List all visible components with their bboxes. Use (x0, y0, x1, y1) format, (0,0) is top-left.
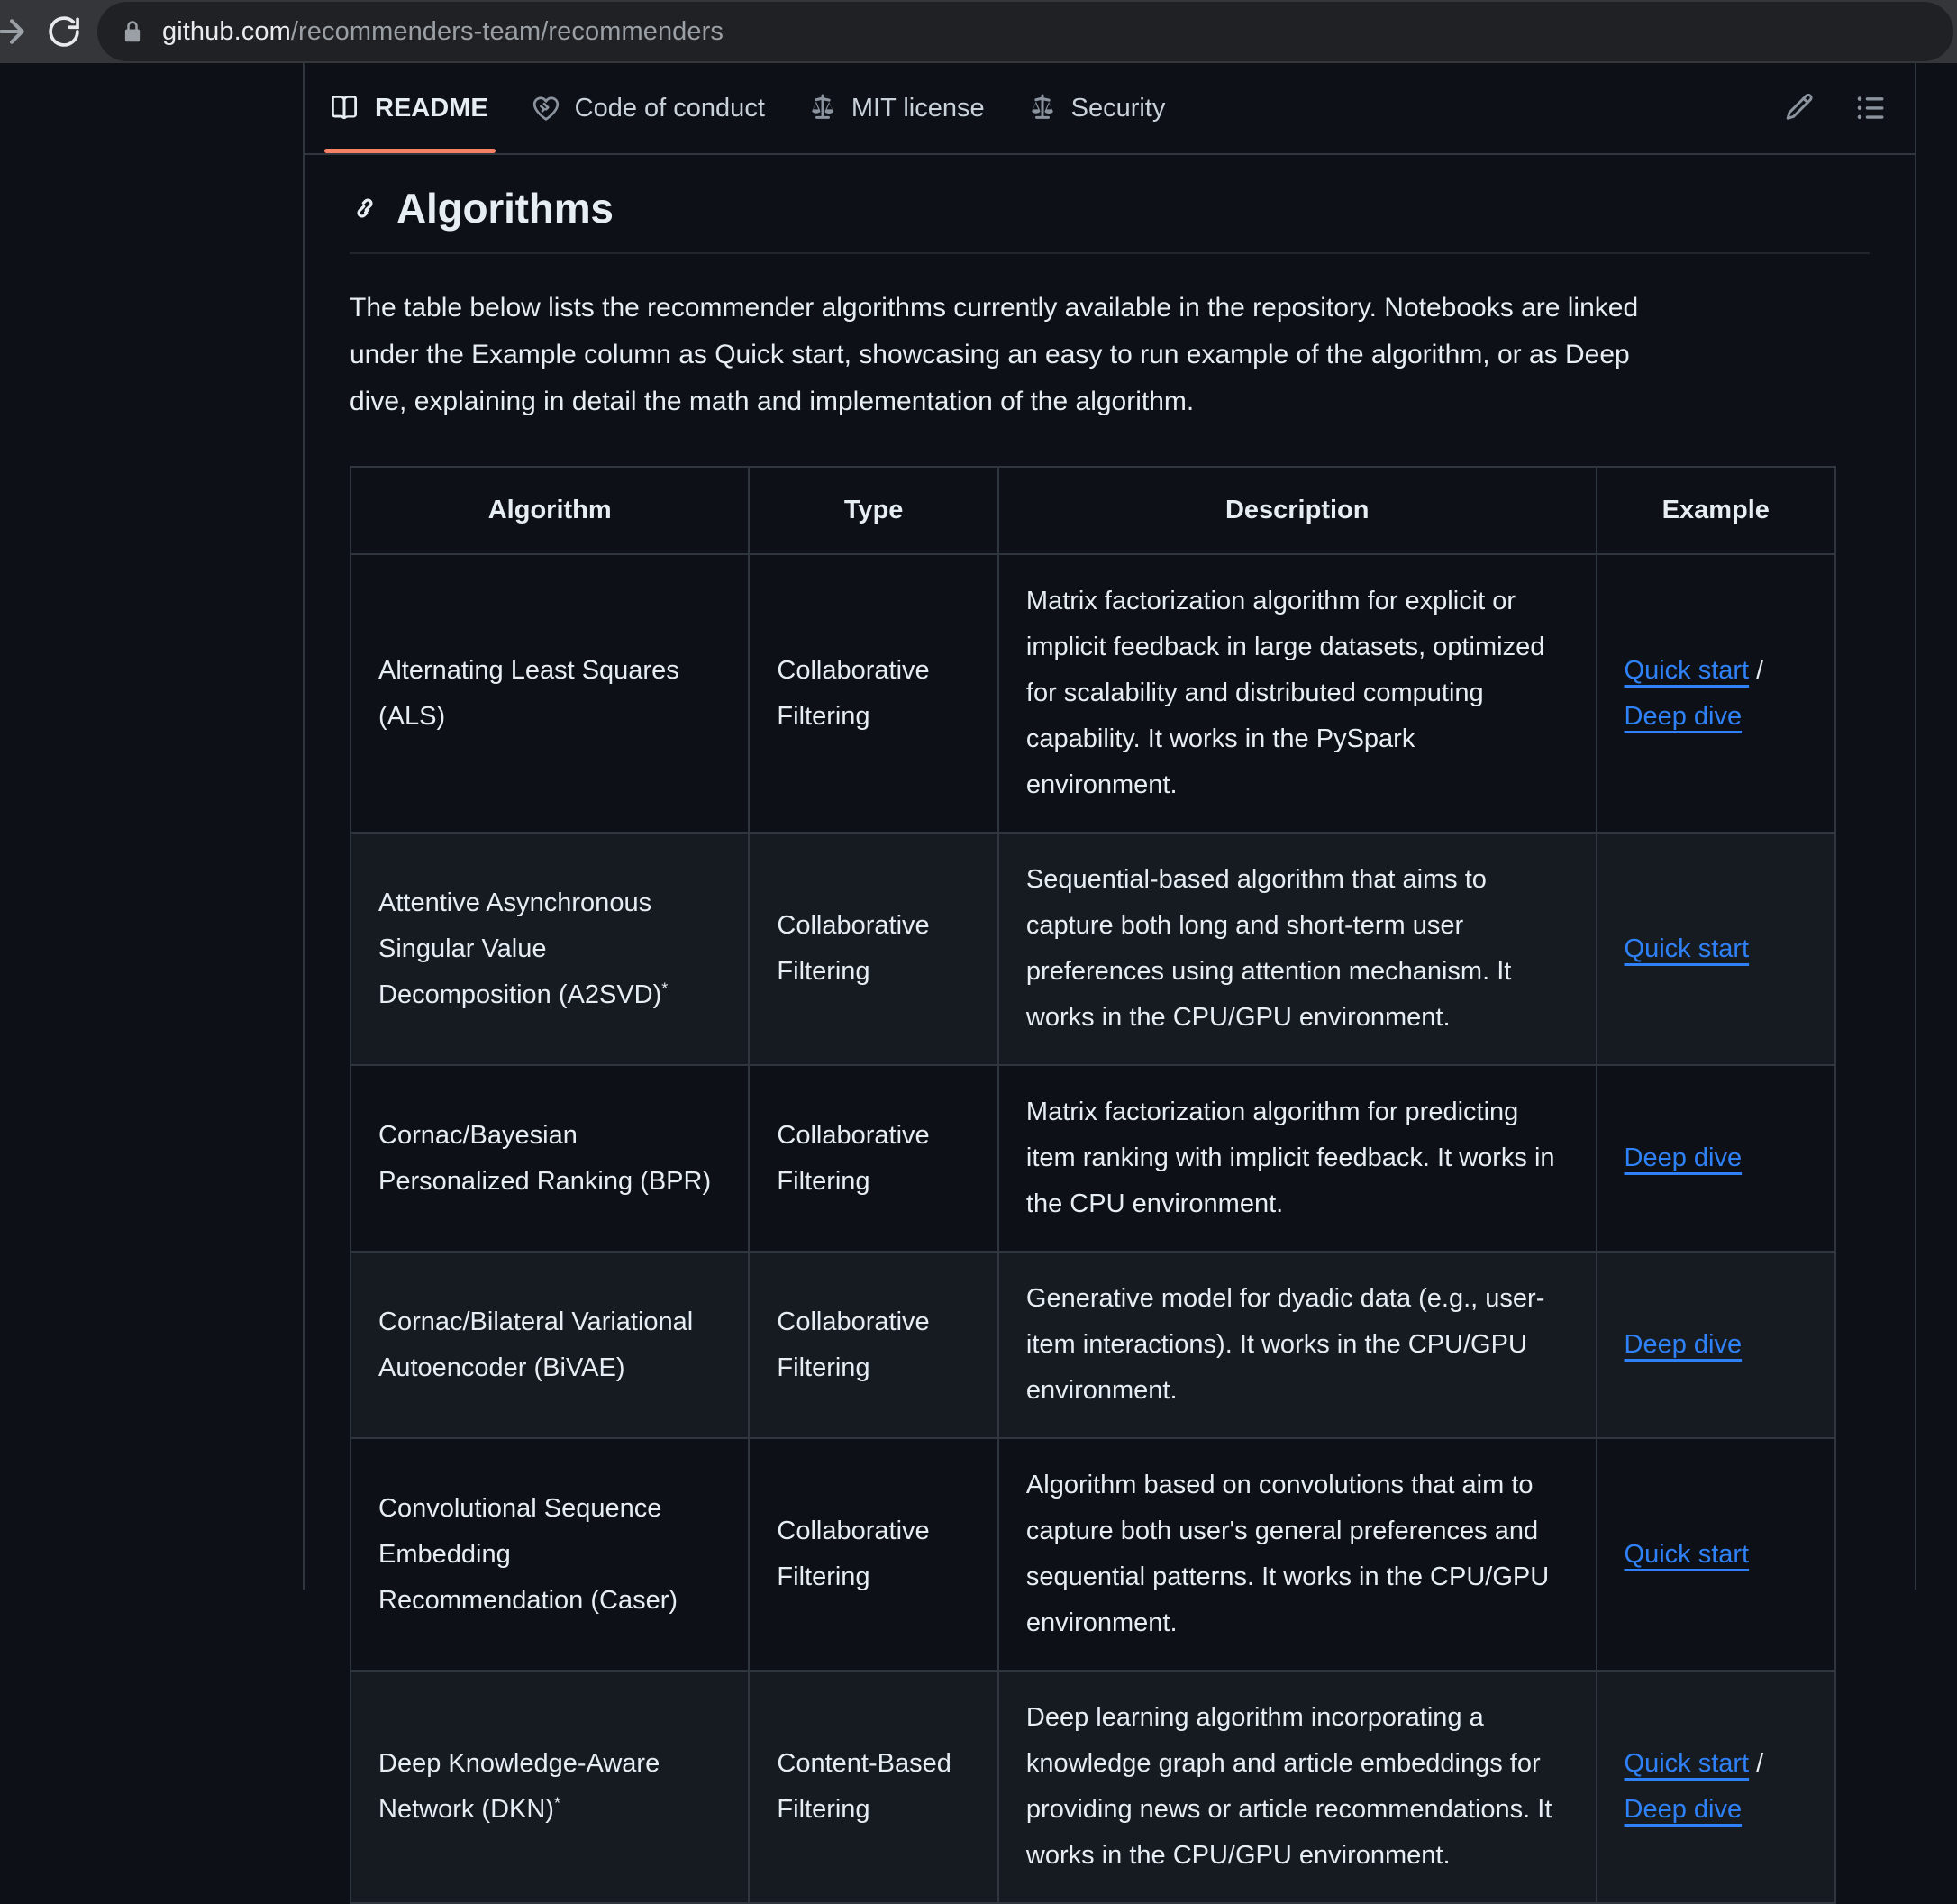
table-body: Alternating Least Squares (ALS) Collabora… (349, 553, 1837, 1904)
cell-description: Matrix factorization algorithm for predi… (997, 1064, 1597, 1253)
quick-start-link[interactable]: Quick start (1625, 1749, 1750, 1778)
lock-icon (121, 18, 144, 45)
algorithms-table: Algorithm Type Description Example Alter… (349, 466, 1837, 1904)
pencil-icon[interactable] (1783, 92, 1816, 124)
column-header-example: Example (1595, 466, 1837, 555)
repo-nav-tab-list: README Code of conduct MIT license Secur… (310, 63, 1187, 153)
cell-example: Deep dive (1595, 1251, 1837, 1439)
cell-type: Collaborative Filtering (748, 553, 999, 834)
table-row: Convolutional Sequence Embedding Recomme… (349, 1437, 1837, 1672)
cell-example: Quick start (1595, 1437, 1837, 1672)
table-row: Cornac/Bilateral Variational Autoencoder… (349, 1251, 1837, 1439)
content-right-divider (1915, 63, 1916, 1590)
cell-algorithm: Cornac/Bilateral Variational Autoencoder… (349, 1251, 751, 1439)
tab-code-of-conduct-label: Code of conduct (574, 93, 765, 123)
link-icon[interactable] (350, 193, 380, 223)
url-path: /recommenders-team/recommenders (290, 16, 724, 46)
reload-icon[interactable] (38, 5, 90, 58)
cell-algorithm: Deep Knowledge-Aware Network (DKN)* (349, 1670, 751, 1904)
cell-example: Deep dive (1595, 1064, 1837, 1253)
url-host: github.com (162, 16, 291, 46)
cell-description: Matrix factorization algorithm for expli… (997, 553, 1597, 834)
cell-type: Collaborative Filtering (748, 1437, 999, 1672)
deep-dive-link[interactable]: Deep dive (1625, 1795, 1743, 1824)
table-header: Algorithm Type Description Example (349, 466, 1837, 555)
link-separator: / (1749, 1749, 1764, 1778)
cell-example: Quick start (1595, 832, 1837, 1066)
law-scale-icon (808, 94, 837, 123)
heart-handshake-icon (532, 94, 560, 123)
table-header-row: Algorithm Type Description Example (349, 466, 1837, 555)
readme-content: Algorithms The table below lists the rec… (305, 155, 1915, 1904)
table-row: Deep Knowledge-Aware Network (DKN)* Conte… (349, 1670, 1837, 1904)
list-unordered-icon[interactable] (1855, 92, 1888, 124)
github-repo-page: README Code of conduct MIT license Secur… (0, 63, 1957, 1904)
book-icon (332, 94, 360, 123)
cell-type: Collaborative Filtering (748, 832, 999, 1066)
tab-mit-license-label: MIT license (851, 93, 985, 123)
tab-security[interactable]: Security (1006, 63, 1188, 153)
column-header-algorithm: Algorithm (349, 466, 751, 555)
tab-readme[interactable]: README (310, 63, 510, 153)
page-title-text: Algorithms (396, 185, 614, 232)
cell-algorithm: Alternating Least Squares (ALS) (349, 553, 751, 834)
column-header-description: Description (997, 466, 1597, 555)
cell-example: Quick start / Deep dive (1595, 553, 1837, 834)
quick-start-link[interactable]: Quick start (1625, 656, 1750, 685)
quick-start-link[interactable]: Quick start (1625, 1540, 1750, 1569)
cell-description: Sequential-based algorithm that aims to … (997, 832, 1597, 1066)
tab-code-of-conduct[interactable]: Code of conduct (510, 63, 787, 153)
browser-chrome: github.com/recommenders-team/recommender… (0, 0, 1957, 63)
footnote-marker: * (661, 978, 669, 997)
column-header-type: Type (748, 466, 999, 555)
deep-dive-link[interactable]: Deep dive (1625, 702, 1743, 731)
law-scale-icon (1028, 94, 1057, 123)
deep-dive-link[interactable]: Deep dive (1625, 1143, 1743, 1172)
tab-readme-label: README (375, 93, 488, 123)
cell-description: Generative model for dyadic data (e.g., … (997, 1251, 1597, 1439)
repo-nav-tabs: README Code of conduct MIT license Secur… (305, 63, 1915, 155)
cell-type: Collaborative Filtering (748, 1251, 999, 1439)
tab-mit-license[interactable]: MIT license (787, 63, 1006, 153)
cell-example: Quick start / Deep dive (1595, 1670, 1837, 1904)
table-row: Attentive Asynchronous Singular Value De… (349, 832, 1837, 1066)
forward-arrow-icon[interactable] (0, 5, 38, 58)
cell-algorithm: Convolutional Sequence Embedding Recomme… (349, 1437, 751, 1672)
address-bar[interactable]: github.com/recommenders-team/recommender… (97, 2, 1953, 61)
repo-nav-actions (1783, 63, 1915, 153)
link-separator: / (1749, 655, 1764, 685)
tab-security-label: Security (1070, 93, 1166, 123)
page-title: Algorithms (350, 184, 1915, 232)
cell-type: Collaborative Filtering (748, 1064, 999, 1253)
deep-dive-link[interactable]: Deep dive (1625, 1330, 1743, 1359)
heading-divider (350, 252, 1870, 254)
cell-description: Deep learning algorithm incorporating a … (997, 1670, 1597, 1904)
intro-paragraph: The table below lists the recommender al… (350, 293, 1639, 416)
table-row: Alternating Least Squares (ALS) Collabora… (349, 553, 1837, 834)
url-text: github.com/recommenders-team/recommender… (162, 17, 724, 47)
cell-algorithm: Cornac/Bayesian Personalized Ranking (BP… (349, 1064, 751, 1253)
cell-type: Content-Based Filtering (748, 1670, 999, 1904)
cell-algorithm: Attentive Asynchronous Singular Value De… (349, 832, 751, 1066)
cell-description: Algorithm based on convolutions that aim… (997, 1437, 1597, 1672)
footnote-marker: * (553, 1793, 560, 1812)
table-row: Cornac/Bayesian Personalized Ranking (BP… (349, 1064, 1837, 1253)
quick-start-link[interactable]: Quick start (1625, 934, 1750, 963)
